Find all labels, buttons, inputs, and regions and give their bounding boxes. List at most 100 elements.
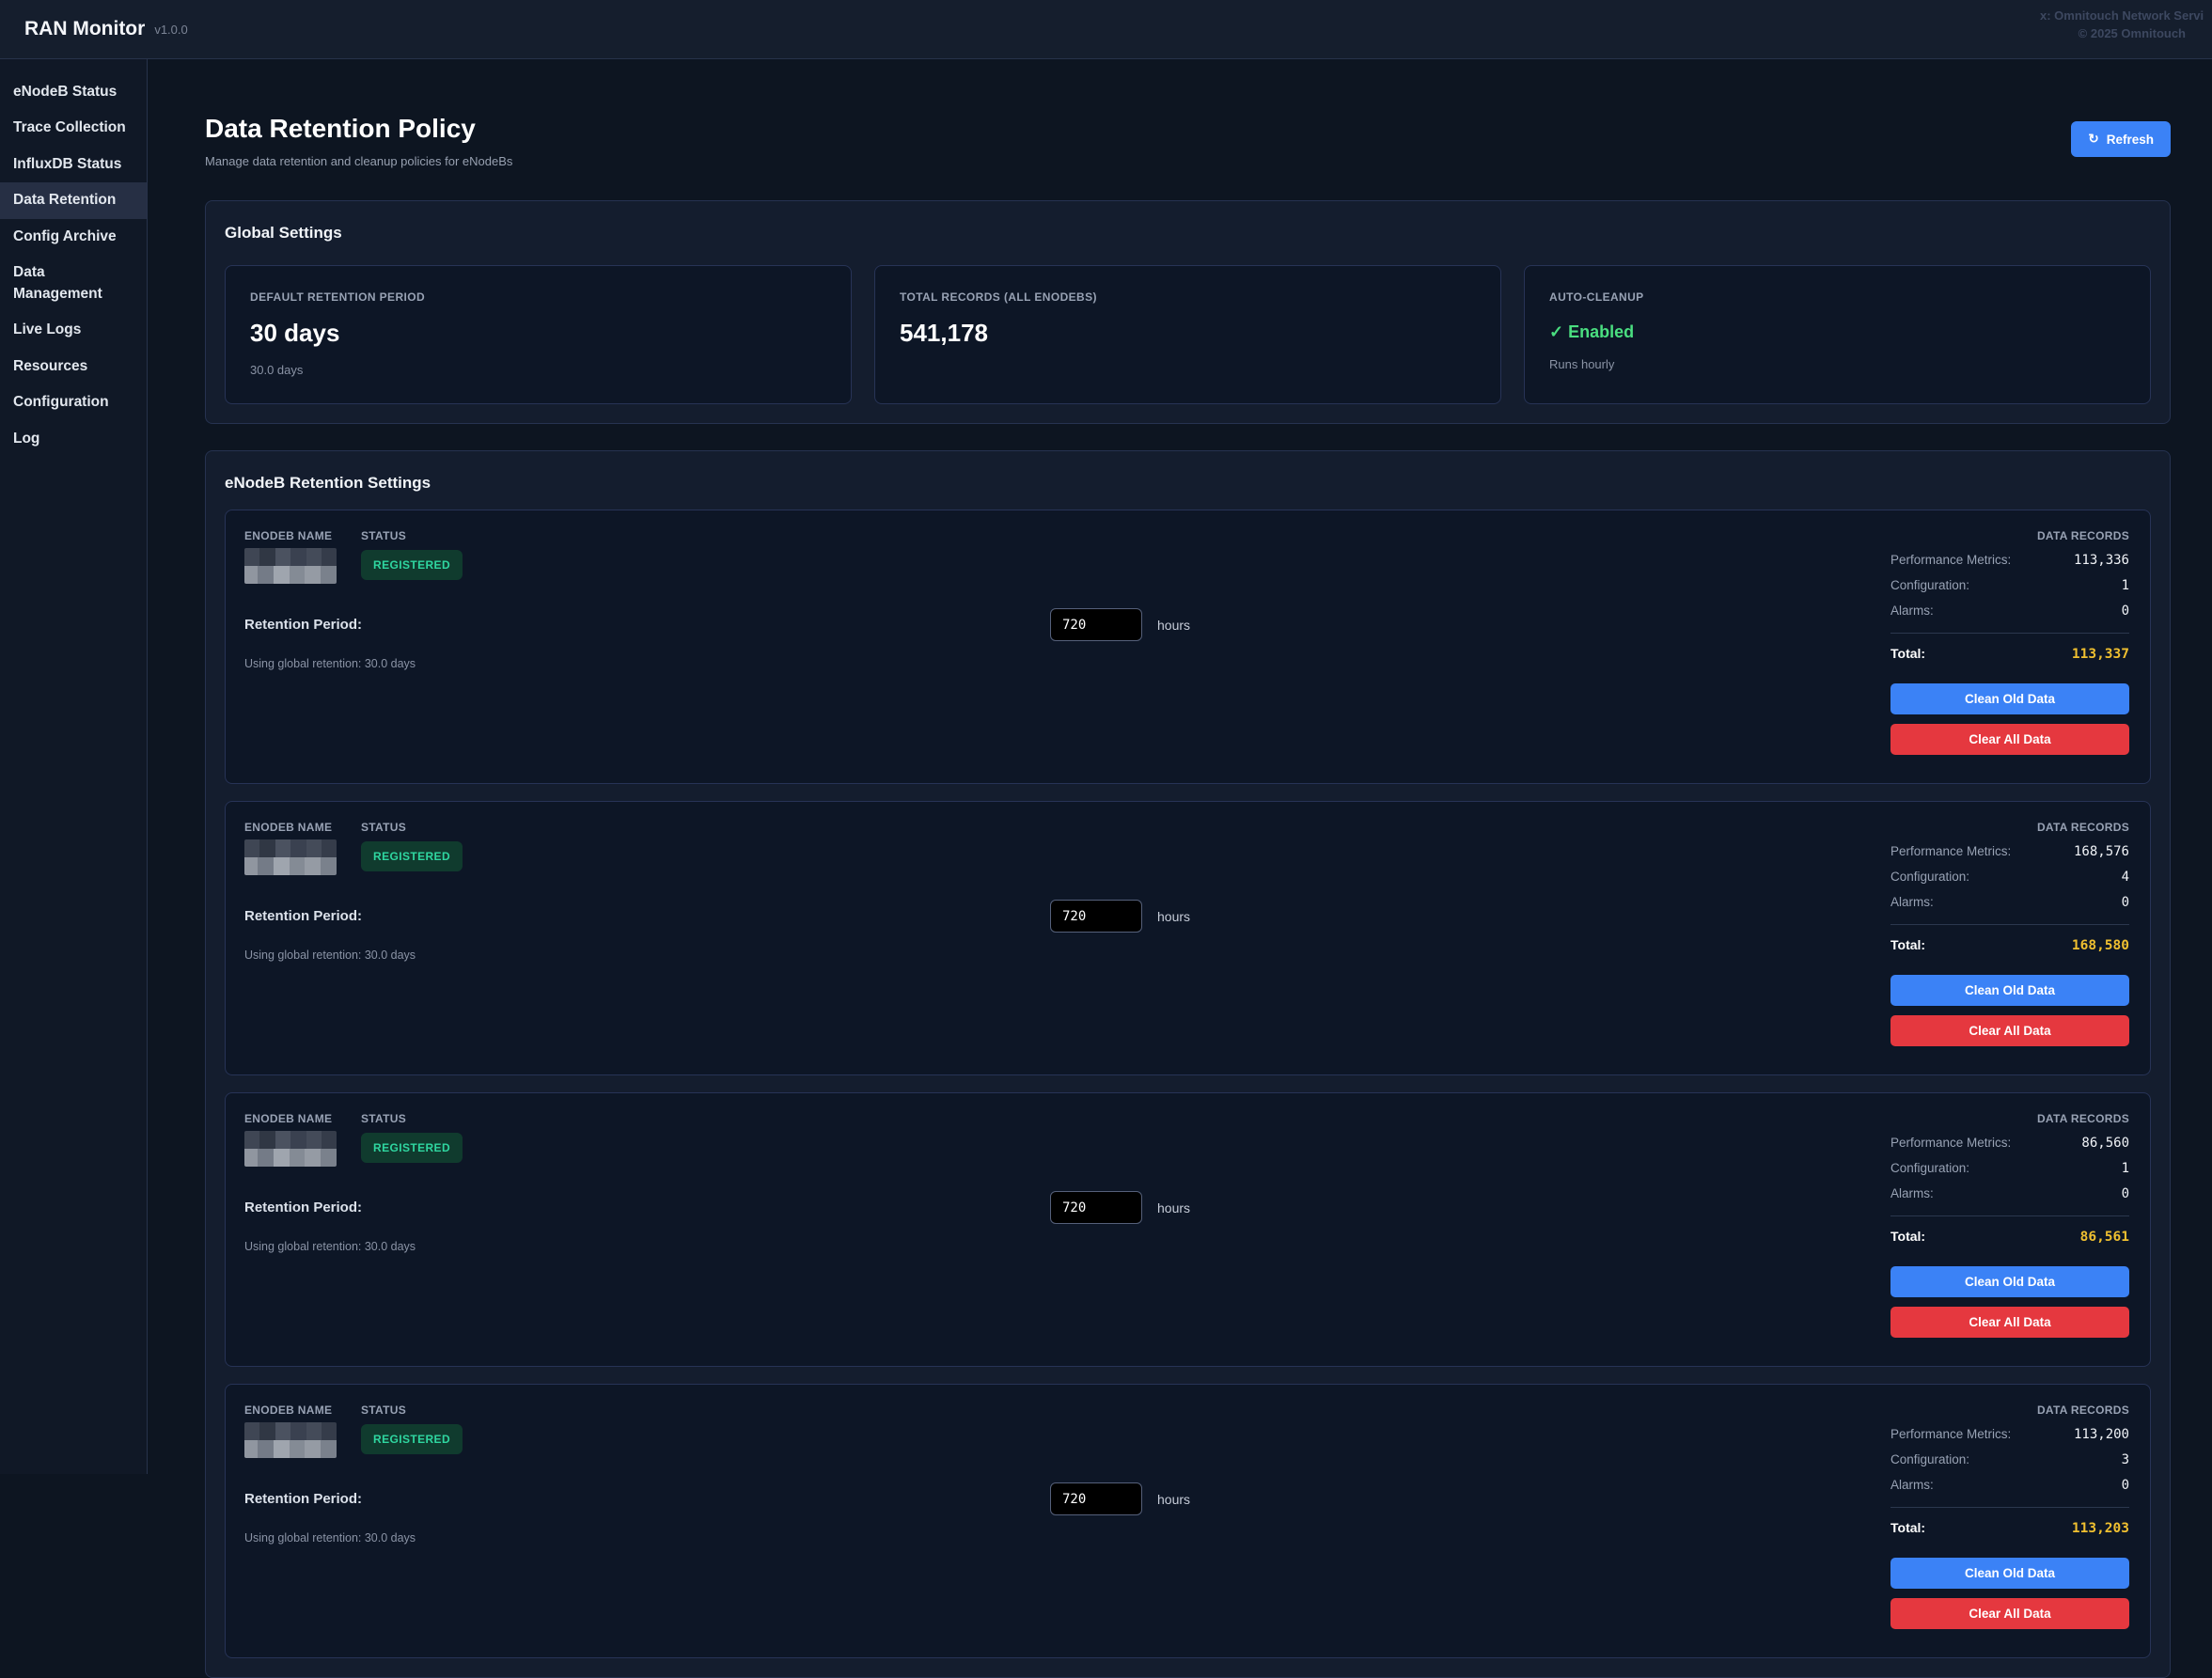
enodeb-card: ENODEB NAME STATUS REGISTERED Retention … — [225, 1092, 2151, 1367]
total-label: Total: — [1890, 1229, 1925, 1244]
page-title: Data Retention Policy — [205, 114, 512, 144]
retention-note: Using global retention: 30.0 days — [244, 949, 1872, 962]
retention-period-label: Retention Period: — [244, 617, 1050, 633]
divider — [1890, 924, 2129, 925]
total-label: Total: — [1890, 1520, 1925, 1535]
perf-metrics-label: Performance Metrics: — [1890, 1427, 2011, 1441]
clean-old-data-button[interactable]: Clean Old Data — [1890, 1266, 2129, 1297]
sidebar-item-config-archive[interactable]: Config Archive — [0, 219, 147, 255]
retention-period-label: Retention Period: — [244, 1491, 1050, 1507]
enodeb-name-redacted — [244, 1422, 337, 1458]
divider — [1890, 1215, 2129, 1216]
sidebar: eNodeB Status Trace Collection InfluxDB … — [0, 59, 148, 1474]
perf-metrics-label: Performance Metrics: — [1890, 844, 2011, 858]
sidebar-item-trace-collection[interactable]: Trace Collection — [0, 110, 147, 146]
refresh-icon: ↻ — [2088, 132, 2098, 147]
alarms-label: Alarms: — [1890, 1478, 1934, 1492]
clear-all-data-button[interactable]: Clear All Data — [1890, 1307, 2129, 1338]
enodeb-card: ENODEB NAME STATUS REGISTERED Retention … — [225, 801, 2151, 1075]
sidebar-item-data-management[interactable]: Data Management — [0, 255, 147, 312]
stat-label: TOTAL RECORDS (ALL ENODEBS) — [900, 290, 1476, 304]
total-label: Total: — [1890, 646, 1925, 661]
total-label: Total: — [1890, 937, 1925, 952]
data-records-label: DATA RECORDS — [1890, 529, 2129, 542]
alarms-label: Alarms: — [1890, 604, 1934, 618]
copyright: © 2025 Omnitouch — [2040, 26, 2186, 40]
hours-label: hours — [1157, 1492, 1190, 1507]
clear-all-data-button[interactable]: Clear All Data — [1890, 1015, 2129, 1046]
hours-label: hours — [1157, 1200, 1190, 1215]
hours-label: hours — [1157, 618, 1190, 633]
alarms-label: Alarms: — [1890, 895, 1934, 909]
configuration-label: Configuration: — [1890, 1452, 1969, 1466]
perf-metrics-value: 168,576 — [2074, 844, 2129, 859]
enodeb-name-label: ENODEB NAME — [244, 1112, 337, 1125]
stat-card-auto-cleanup: AUTO-CLEANUP ✓ Enabled Runs hourly — [1524, 265, 2151, 404]
sidebar-item-live-logs[interactable]: Live Logs — [0, 312, 147, 348]
clean-old-data-button[interactable]: Clean Old Data — [1890, 975, 2129, 1006]
status-badge: REGISTERED — [361, 841, 463, 871]
global-settings-cards: DEFAULT RETENTION PERIOD 30 days 30.0 da… — [225, 265, 2151, 404]
stat-label: DEFAULT RETENTION PERIOD — [250, 290, 826, 304]
enodeb-retention-title: eNodeB Retention Settings — [225, 474, 2151, 493]
clear-all-data-button[interactable]: Clear All Data — [1890, 724, 2129, 755]
clean-old-data-button[interactable]: Clean Old Data — [1890, 1558, 2129, 1589]
header-right-text: x: Omnitouch Network Servi © 2025 Omnito… — [2040, 8, 2204, 40]
sidebar-item-data-retention[interactable]: Data Retention — [0, 182, 147, 218]
divider — [1890, 633, 2129, 634]
configuration-value: 4 — [2122, 870, 2129, 885]
stat-note: 30.0 days — [250, 363, 826, 377]
enodeb-name-redacted — [244, 548, 337, 584]
page-header: Data Retention Policy Manage data retent… — [205, 114, 2171, 168]
stat-label: AUTO-CLEANUP — [1549, 290, 2126, 304]
clean-old-data-button[interactable]: Clean Old Data — [1890, 683, 2129, 714]
total-value: 113,203 — [2072, 1521, 2129, 1536]
stat-value: 541,178 — [900, 319, 1476, 348]
sidebar-item-enodeb-status[interactable]: eNodeB Status — [0, 74, 147, 110]
data-records-label: DATA RECORDS — [1890, 1404, 2129, 1417]
refresh-button[interactable]: ↻ Refresh — [2071, 121, 2171, 157]
enodeb-name-redacted — [244, 839, 337, 875]
perf-metrics-label: Performance Metrics: — [1890, 553, 2011, 567]
enodeb-retention-panel: eNodeB Retention Settings ENODEB NAME ST… — [205, 450, 2171, 1678]
total-value: 113,337 — [2072, 647, 2129, 662]
refresh-button-label: Refresh — [2107, 133, 2154, 147]
sidebar-item-resources[interactable]: Resources — [0, 349, 147, 384]
alarms-value: 0 — [2122, 1478, 2129, 1493]
status-label: STATUS — [361, 1112, 463, 1125]
status-badge: REGISTERED — [361, 1424, 463, 1454]
divider — [1890, 1507, 2129, 1508]
perf-metrics-value: 86,560 — [2081, 1136, 2129, 1151]
retention-hours-input[interactable] — [1050, 900, 1142, 933]
page-subtitle: Manage data retention and cleanup polici… — [205, 154, 512, 168]
configuration-value: 3 — [2122, 1452, 2129, 1467]
status-label: STATUS — [361, 1404, 463, 1417]
sidebar-item-configuration[interactable]: Configuration — [0, 384, 147, 420]
perf-metrics-value: 113,200 — [2074, 1427, 2129, 1442]
retention-hours-input[interactable] — [1050, 1482, 1142, 1515]
hours-label: hours — [1157, 909, 1190, 924]
org-line: x: Omnitouch Network Servi — [2040, 8, 2204, 23]
stat-card-default-retention: DEFAULT RETENTION PERIOD 30 days 30.0 da… — [225, 265, 852, 404]
sidebar-item-log[interactable]: Log — [0, 421, 147, 457]
status-label: STATUS — [361, 821, 463, 834]
total-value: 86,561 — [2080, 1230, 2129, 1245]
perf-metrics-label: Performance Metrics: — [1890, 1136, 2011, 1150]
app-title: RAN Monitor — [24, 18, 145, 40]
status-label: STATUS — [361, 529, 463, 542]
sidebar-item-influxdb-status[interactable]: InfluxDB Status — [0, 147, 147, 182]
stat-note: Runs hourly — [1549, 357, 2126, 371]
alarms-value: 0 — [2122, 1186, 2129, 1201]
stat-value: 30 days — [250, 319, 826, 348]
retention-period-label: Retention Period: — [244, 1200, 1050, 1215]
clear-all-data-button[interactable]: Clear All Data — [1890, 1598, 2129, 1629]
retention-period-label: Retention Period: — [244, 908, 1050, 924]
retention-hours-input[interactable] — [1050, 1191, 1142, 1224]
retention-note: Using global retention: 30.0 days — [244, 657, 1872, 670]
retention-note: Using global retention: 30.0 days — [244, 1240, 1872, 1253]
retention-hours-input[interactable] — [1050, 608, 1142, 641]
data-records-label: DATA RECORDS — [1890, 1112, 2129, 1125]
alarms-value: 0 — [2122, 895, 2129, 910]
total-value: 168,580 — [2072, 938, 2129, 953]
alarms-value: 0 — [2122, 604, 2129, 619]
